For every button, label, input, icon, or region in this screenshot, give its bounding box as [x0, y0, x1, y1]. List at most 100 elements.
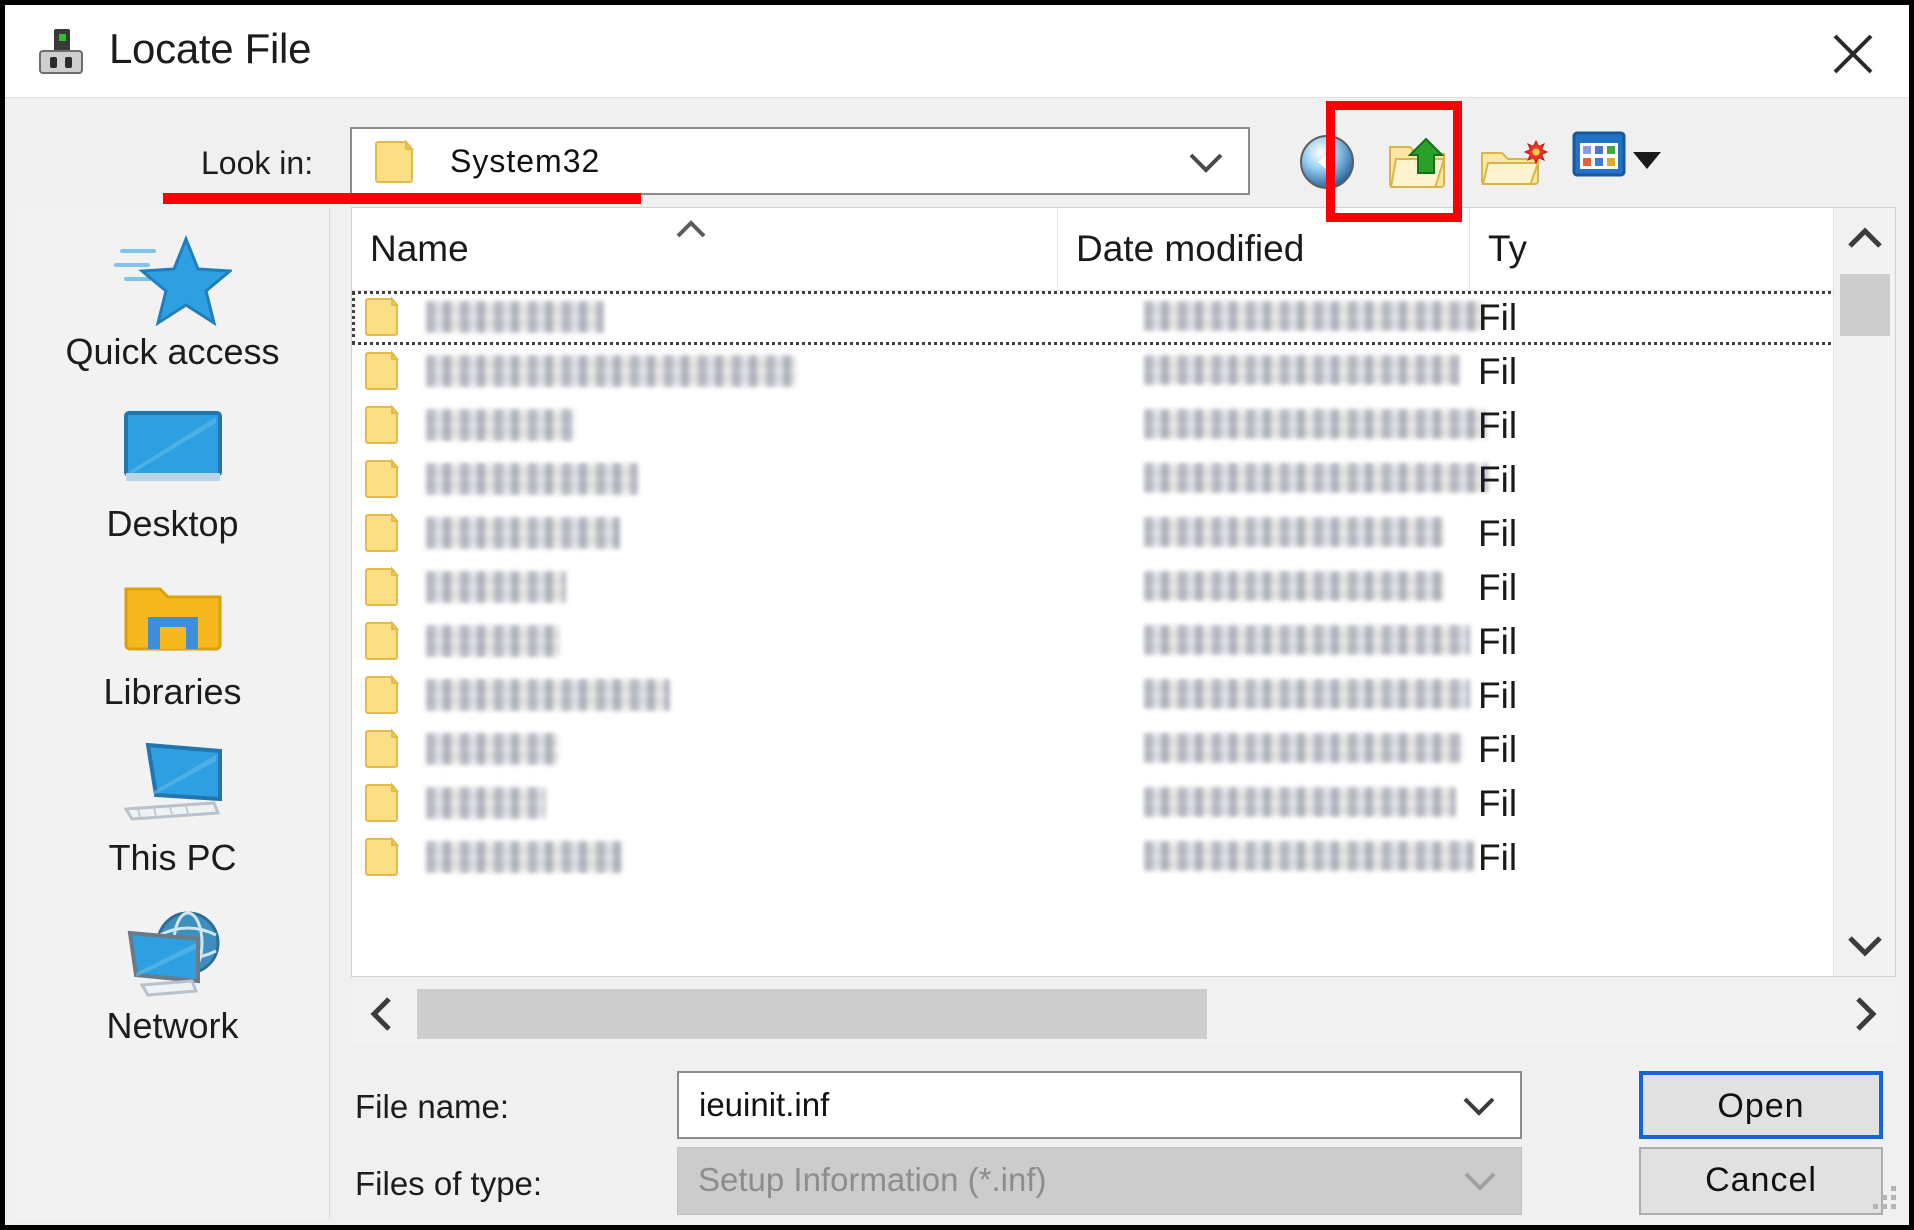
look-in-value: System32: [450, 143, 601, 179]
chevron-down-icon[interactable]: [1461, 1168, 1499, 1199]
table-row[interactable]: Fil: [352, 669, 1895, 723]
new-folder-icon: [1476, 139, 1550, 203]
libraries-folder-icon: [16, 571, 329, 671]
horizontal-scrollbar-thumb[interactable]: [417, 989, 1207, 1039]
sidebar-item-libraries[interactable]: Libraries: [16, 565, 329, 745]
table-row[interactable]: Fil: [352, 615, 1895, 669]
file-type-cell: Fil: [1478, 513, 1518, 554]
date-modified-cell-redacted: [1144, 355, 1460, 385]
date-modified-cell-redacted: [1144, 517, 1444, 547]
annotation-underline-look-in: [163, 193, 641, 204]
quick-access-star-icon: [16, 231, 329, 331]
folder-icon: [364, 566, 406, 608]
desktop-monitor-icon: [16, 403, 329, 503]
sidebar-item-label: Libraries: [103, 671, 242, 712]
horizontal-scrollbar[interactable]: [351, 983, 1896, 1045]
new-folder-button[interactable]: [1476, 125, 1550, 199]
table-row[interactable]: Fil: [352, 399, 1895, 453]
sidebar-item-network[interactable]: Network: [16, 899, 329, 1079]
file-name-cell-redacted: [426, 841, 622, 873]
sidebar-item-label: This PC: [108, 837, 237, 878]
page-title: Locate File: [109, 25, 312, 72]
folder-icon: [364, 620, 406, 662]
file-list-header: Name Date modified Ty: [352, 208, 1895, 291]
table-row[interactable]: Fil: [352, 345, 1895, 399]
table-row[interactable]: Fil: [352, 291, 1895, 345]
sort-ascending-caret-icon: [670, 216, 712, 247]
scroll-up-chevron-icon[interactable]: [1834, 208, 1895, 270]
annotation-box-up-one-level: [1326, 101, 1462, 222]
folder-icon: [374, 139, 422, 184]
device-icon: [33, 23, 89, 79]
files-of-type-combo[interactable]: Setup Information (*.inf): [677, 1147, 1522, 1215]
table-row[interactable]: Fil: [352, 831, 1895, 885]
look-in-combo[interactable]: System32: [350, 127, 1250, 195]
file-name-cell-redacted: [426, 355, 796, 387]
files-of-type-value: Setup Information (*.inf): [698, 1161, 1047, 1198]
files-of-type-label: Files of type:: [355, 1165, 543, 1202]
date-modified-cell-redacted: [1144, 787, 1456, 817]
folder-icon: [364, 350, 406, 392]
date-modified-cell-redacted: [1144, 841, 1474, 871]
column-header-name[interactable]: Name: [352, 208, 1058, 290]
file-type-cell: Fil: [1478, 783, 1518, 824]
date-modified-cell-redacted: [1144, 625, 1470, 655]
file-name-input[interactable]: ieuinit.inf: [699, 1086, 829, 1124]
file-name-cell-redacted: [426, 571, 566, 603]
sidebar-item-desktop[interactable]: Desktop: [16, 397, 329, 577]
locate-file-dialog: Locate File Look in: System32 Quick acce…: [0, 0, 1914, 1230]
sidebar-item-label: Quick access: [65, 331, 280, 372]
folder-icon: [364, 512, 406, 554]
scroll-down-chevron-icon[interactable]: [1834, 914, 1895, 976]
resize-grip[interactable]: [1867, 1180, 1901, 1219]
file-list-rows: Fil Fil Fil Fil Fil Fil Fil Fil Fil Fil Fil: [352, 291, 1895, 976]
date-modified-cell-redacted: [1144, 301, 1484, 331]
network-globe-icon: [16, 905, 329, 1005]
chevron-down-icon[interactable]: [1460, 1093, 1498, 1124]
close-icon[interactable]: [1797, 5, 1909, 93]
table-row[interactable]: Fil: [352, 561, 1895, 615]
date-modified-cell-redacted: [1144, 463, 1488, 493]
file-name-cell-redacted: [426, 787, 546, 819]
cancel-button[interactable]: Cancel: [1639, 1147, 1883, 1215]
vertical-scrollbar[interactable]: [1833, 208, 1895, 976]
date-modified-cell-redacted: [1144, 733, 1462, 763]
file-name-combo[interactable]: ieuinit.inf: [677, 1071, 1522, 1139]
file-name-label: File name:: [355, 1088, 510, 1125]
open-button[interactable]: Open: [1639, 1071, 1883, 1139]
file-type-cell: Fil: [1478, 459, 1518, 500]
table-row[interactable]: Fil: [352, 723, 1895, 777]
scroll-left-chevron-icon[interactable]: [351, 983, 413, 1045]
folder-icon: [364, 728, 406, 770]
date-modified-cell-redacted: [1144, 409, 1486, 439]
sidebar-item-quick-access[interactable]: Quick access: [16, 225, 329, 405]
file-name-cell-redacted: [426, 625, 560, 657]
file-type-cell: Fil: [1478, 729, 1518, 770]
folder-icon: [364, 296, 406, 338]
file-type-cell: Fil: [1478, 405, 1518, 446]
title-bar: Locate File: [5, 5, 1909, 98]
folder-icon: [364, 458, 406, 500]
folder-icon: [364, 404, 406, 446]
scroll-right-chevron-icon[interactable]: [1834, 983, 1896, 1045]
file-type-cell: Fil: [1478, 567, 1518, 608]
table-row[interactable]: Fil: [352, 453, 1895, 507]
table-row[interactable]: Fil: [352, 777, 1895, 831]
chevron-down-icon[interactable]: [1186, 149, 1226, 182]
file-name-cell-redacted: [426, 409, 574, 441]
sidebar-item-this-pc[interactable]: This PC: [16, 731, 329, 911]
file-name-cell-redacted: [426, 301, 604, 333]
vertical-scrollbar-thumb[interactable]: [1840, 274, 1890, 336]
sidebar-item-label: Network: [106, 1005, 239, 1046]
table-row[interactable]: Fil: [352, 507, 1895, 561]
file-type-cell: Fil: [1478, 297, 1518, 338]
this-pc-computer-icon: [16, 737, 329, 837]
file-type-cell: Fil: [1478, 351, 1518, 392]
file-type-cell: Fil: [1478, 837, 1518, 878]
views-icon: [1568, 131, 1632, 189]
views-button[interactable]: [1568, 125, 1678, 199]
file-name-cell-redacted: [426, 463, 638, 495]
folder-icon: [364, 836, 406, 878]
file-type-cell: Fil: [1478, 621, 1518, 662]
file-name-cell-redacted: [426, 679, 670, 711]
